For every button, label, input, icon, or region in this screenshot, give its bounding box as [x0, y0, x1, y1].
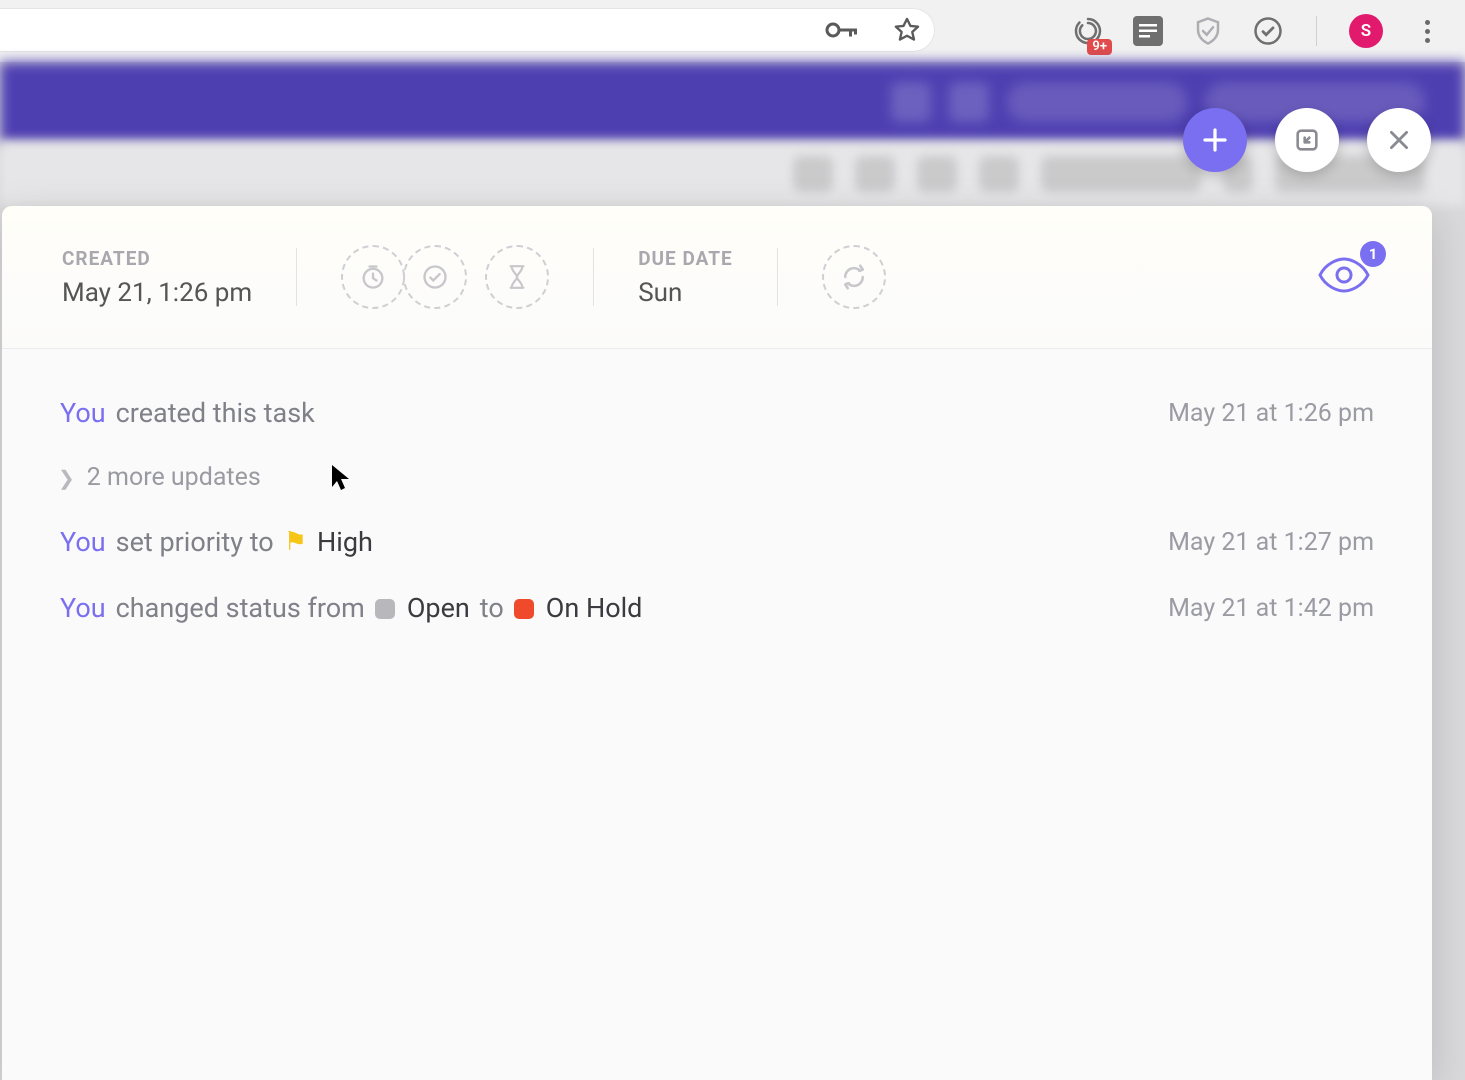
- close-button[interactable]: [1367, 108, 1431, 172]
- status-chip-onhold: [514, 599, 534, 619]
- priority-value: High: [317, 526, 373, 558]
- clock-icon: [359, 263, 387, 291]
- recurring-button[interactable]: [822, 245, 886, 309]
- extension-shield-icon[interactable]: [1192, 15, 1224, 47]
- actor-you: You: [60, 397, 106, 429]
- extension-icons: 9+ S: [1072, 14, 1443, 48]
- browser-chrome: 9+ S: [0, 0, 1465, 62]
- minimize-button[interactable]: [1275, 108, 1339, 172]
- activity-feed: You created this task May 21 at 1:26 pm …: [2, 349, 1432, 672]
- flag-icon: ⚑: [284, 527, 307, 557]
- more-updates-label: 2 more updates: [87, 463, 261, 492]
- due-date-value: Sun: [638, 278, 733, 308]
- divider: [593, 248, 594, 306]
- hourglass-icon: [506, 263, 528, 291]
- status-from: Open: [407, 592, 470, 624]
- extension-notes-icon[interactable]: [1132, 15, 1164, 47]
- due-date-block[interactable]: DUE DATE Sun: [638, 247, 733, 308]
- created-value: May 21, 1:26 pm: [62, 278, 252, 308]
- chevron-right-icon: ❯: [58, 466, 75, 490]
- time-estimate-button[interactable]: [485, 245, 549, 309]
- divider: [296, 248, 297, 306]
- avatar-initial: S: [1361, 21, 1371, 41]
- watchers-count: 1: [1360, 241, 1386, 267]
- activity-item-priority: You set priority to ⚑ High May 21 at 1:2…: [60, 526, 1374, 558]
- activity-text: set priority to: [116, 526, 274, 558]
- actor-you: You: [60, 592, 106, 624]
- divider: [777, 248, 778, 306]
- created-block: CREATED May 21, 1:26 pm: [62, 247, 252, 308]
- to-word: to: [480, 592, 504, 624]
- more-updates-toggle[interactable]: ❯ 2 more updates: [58, 463, 1374, 492]
- actor-you: You: [60, 526, 106, 558]
- activity-time: May 21 at 1:42 pm: [1168, 594, 1374, 623]
- extension-check-circle-icon[interactable]: [1252, 15, 1284, 47]
- created-label: CREATED: [62, 247, 252, 270]
- mark-complete-button[interactable]: [403, 245, 467, 309]
- status-to: On Hold: [546, 592, 643, 624]
- extension-spiral-icon[interactable]: 9+: [1072, 15, 1104, 47]
- star-icon[interactable]: [893, 16, 921, 44]
- key-icon[interactable]: [825, 20, 859, 40]
- time-tracking-icons: [341, 245, 549, 309]
- activity-item-created: You created this task May 21 at 1:26 pm: [60, 397, 1374, 429]
- check-circle-icon: [421, 263, 449, 291]
- task-panel: CREATED May 21, 1:26 pm: [2, 206, 1432, 1080]
- separator: [1316, 16, 1317, 46]
- browser-menu-icon[interactable]: [1411, 15, 1443, 47]
- status-chip-open: [375, 599, 395, 619]
- due-date-label: DUE DATE: [638, 247, 733, 270]
- close-icon: [1386, 127, 1412, 153]
- start-timer-button[interactable]: [341, 245, 405, 309]
- minimize-icon: [1293, 126, 1321, 154]
- task-modal-actions: [1183, 108, 1431, 172]
- activity-time: May 21 at 1:27 pm: [1168, 528, 1374, 557]
- plus-icon: [1200, 125, 1230, 155]
- profile-avatar[interactable]: S: [1349, 14, 1383, 48]
- activity-item-status: You changed status from Open to On Hold …: [60, 592, 1374, 624]
- watchers-button[interactable]: 1: [1316, 255, 1372, 299]
- activity-text: created this task: [116, 397, 315, 429]
- recurring-icon: [839, 262, 869, 292]
- activity-text: changed status from: [116, 592, 365, 624]
- omnibox[interactable]: [0, 8, 935, 52]
- task-panel-header: CREATED May 21, 1:26 pm: [2, 206, 1432, 349]
- add-button[interactable]: [1183, 108, 1247, 172]
- extension-notification-badge: 9+: [1087, 39, 1112, 55]
- activity-time: May 21 at 1:26 pm: [1168, 399, 1374, 428]
